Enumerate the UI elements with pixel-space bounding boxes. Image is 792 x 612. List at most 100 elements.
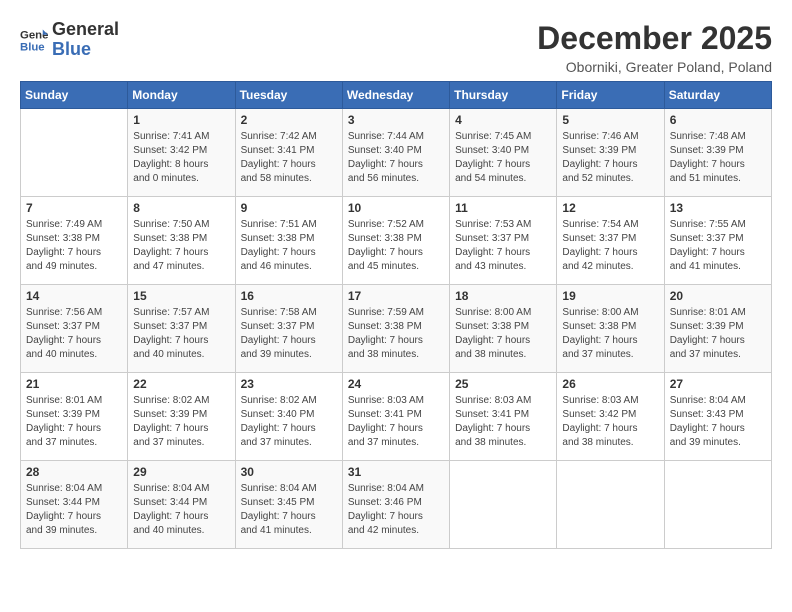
cell-detail: Sunrise: 7:41 AM Sunset: 3:42 PM Dayligh… bbox=[133, 130, 229, 186]
day-number: 17 bbox=[348, 289, 444, 303]
calendar-cell: 9Sunrise: 7:51 AM Sunset: 3:38 PM Daylig… bbox=[235, 197, 342, 285]
cell-detail: Sunrise: 8:04 AM Sunset: 3:46 PM Dayligh… bbox=[348, 482, 444, 538]
cell-detail: Sunrise: 7:46 AM Sunset: 3:39 PM Dayligh… bbox=[562, 130, 658, 186]
day-number: 16 bbox=[241, 289, 337, 303]
calendar-cell: 2 Sunrise: 7:42 AM Sunset: 3:41 PM Daylig… bbox=[235, 109, 342, 197]
cell-detail: Sunrise: 7:56 AM Sunset: 3:37 PM Dayligh… bbox=[26, 306, 122, 362]
day-number: 8 bbox=[133, 201, 229, 215]
calendar-cell: 20 Sunrise: 8:01 AM Sunset: 3:39 PM Dayli… bbox=[664, 285, 771, 373]
calendar-cell: 29Sunrise: 8:04 AM Sunset: 3:44 PM Dayli… bbox=[128, 461, 235, 549]
calendar-cell: 15Sunrise: 7:57 AM Sunset: 3:37 PM Dayli… bbox=[128, 285, 235, 373]
cell-detail: Sunrise: 7:49 AM Sunset: 3:38 PM Dayligh… bbox=[26, 218, 122, 274]
day-header-monday: Monday bbox=[128, 82, 235, 109]
calendar-cell: 19 Sunrise: 8:00 AM Sunset: 3:38 PM Dayli… bbox=[557, 285, 664, 373]
cell-detail: Sunrise: 7:54 AM Sunset: 3:37 PM Dayligh… bbox=[562, 218, 658, 274]
cell-detail: Sunrise: 7:48 AM Sunset: 3:39 PM Dayligh… bbox=[670, 130, 766, 186]
day-number: 5 bbox=[562, 113, 658, 127]
cell-detail: Sunrise: 7:55 AM Sunset: 3:37 PM Dayligh… bbox=[670, 218, 766, 274]
cell-detail: Sunrise: 7:45 AM Sunset: 3:40 PM Dayligh… bbox=[455, 130, 551, 186]
day-number: 24 bbox=[348, 377, 444, 391]
calendar-cell: 10 Sunrise: 7:52 AM Sunset: 3:38 PM Dayli… bbox=[342, 197, 449, 285]
location: Oborniki, Greater Poland, Poland bbox=[537, 59, 772, 75]
calendar-cell: 13Sunrise: 7:55 AM Sunset: 3:37 PM Dayli… bbox=[664, 197, 771, 285]
calendar-cell: 12 Sunrise: 7:54 AM Sunset: 3:37 PM Dayli… bbox=[557, 197, 664, 285]
day-number: 2 bbox=[241, 113, 337, 127]
day-number: 22 bbox=[133, 377, 229, 391]
calendar-cell: 31Sunrise: 8:04 AM Sunset: 3:46 PM Dayli… bbox=[342, 461, 449, 549]
day-number: 28 bbox=[26, 465, 122, 479]
cell-detail: Sunrise: 7:58 AM Sunset: 3:37 PM Dayligh… bbox=[241, 306, 337, 362]
cell-detail: Sunrise: 8:03 AM Sunset: 3:42 PM Dayligh… bbox=[562, 394, 658, 450]
day-number: 6 bbox=[670, 113, 766, 127]
calendar-week-2: 7 Sunrise: 7:49 AM Sunset: 3:38 PM Daylig… bbox=[21, 197, 772, 285]
title-block: December 2025 Oborniki, Greater Poland, … bbox=[537, 20, 772, 75]
calendar-cell bbox=[557, 461, 664, 549]
day-header-sunday: Sunday bbox=[21, 82, 128, 109]
calendar-cell bbox=[450, 461, 557, 549]
calendar-cell: 28 Sunrise: 8:04 AM Sunset: 3:44 PM Dayli… bbox=[21, 461, 128, 549]
cell-detail: Sunrise: 8:01 AM Sunset: 3:39 PM Dayligh… bbox=[26, 394, 122, 450]
calendar-cell: 24 Sunrise: 8:03 AM Sunset: 3:41 PM Dayli… bbox=[342, 373, 449, 461]
calendar-cell: 11 Sunrise: 7:53 AM Sunset: 3:37 PM Dayli… bbox=[450, 197, 557, 285]
cell-detail: Sunrise: 8:04 AM Sunset: 3:44 PM Dayligh… bbox=[26, 482, 122, 538]
day-number: 1 bbox=[133, 113, 229, 127]
calendar-cell: 3Sunrise: 7:44 AM Sunset: 3:40 PM Daylig… bbox=[342, 109, 449, 197]
calendar-cell: 5 Sunrise: 7:46 AM Sunset: 3:39 PM Daylig… bbox=[557, 109, 664, 197]
day-number: 7 bbox=[26, 201, 122, 215]
day-number: 19 bbox=[562, 289, 658, 303]
calendar-week-3: 14Sunrise: 7:56 AM Sunset: 3:37 PM Dayli… bbox=[21, 285, 772, 373]
calendar-cell bbox=[21, 109, 128, 197]
calendar-cell: 27 Sunrise: 8:04 AM Sunset: 3:43 PM Dayli… bbox=[664, 373, 771, 461]
day-number: 11 bbox=[455, 201, 551, 215]
calendar-cell: 8 Sunrise: 7:50 AM Sunset: 3:38 PM Daylig… bbox=[128, 197, 235, 285]
calendar-cell: 14Sunrise: 7:56 AM Sunset: 3:37 PM Dayli… bbox=[21, 285, 128, 373]
cell-detail: Sunrise: 8:03 AM Sunset: 3:41 PM Dayligh… bbox=[348, 394, 444, 450]
cell-detail: Sunrise: 8:02 AM Sunset: 3:40 PM Dayligh… bbox=[241, 394, 337, 450]
calendar-cell bbox=[664, 461, 771, 549]
calendar-cell: 16 Sunrise: 7:58 AM Sunset: 3:37 PM Dayli… bbox=[235, 285, 342, 373]
calendar-cell: 30 Sunrise: 8:04 AM Sunset: 3:45 PM Dayli… bbox=[235, 461, 342, 549]
day-number: 25 bbox=[455, 377, 551, 391]
calendar-header: SundayMondayTuesdayWednesdayThursdayFrid… bbox=[21, 82, 772, 109]
calendar-cell: 23Sunrise: 8:02 AM Sunset: 3:40 PM Dayli… bbox=[235, 373, 342, 461]
day-number: 4 bbox=[455, 113, 551, 127]
day-number: 9 bbox=[241, 201, 337, 215]
day-header-tuesday: Tuesday bbox=[235, 82, 342, 109]
calendar-cell: 6 Sunrise: 7:48 AM Sunset: 3:39 PM Daylig… bbox=[664, 109, 771, 197]
cell-detail: Sunrise: 8:04 AM Sunset: 3:45 PM Dayligh… bbox=[241, 482, 337, 538]
calendar-cell: 7 Sunrise: 7:49 AM Sunset: 3:38 PM Daylig… bbox=[21, 197, 128, 285]
calendar-week-4: 21Sunrise: 8:01 AM Sunset: 3:39 PM Dayli… bbox=[21, 373, 772, 461]
calendar-week-5: 28 Sunrise: 8:04 AM Sunset: 3:44 PM Dayli… bbox=[21, 461, 772, 549]
day-number: 3 bbox=[348, 113, 444, 127]
day-number: 29 bbox=[133, 465, 229, 479]
calendar-cell: 4 Sunrise: 7:45 AM Sunset: 3:40 PM Daylig… bbox=[450, 109, 557, 197]
day-number: 12 bbox=[562, 201, 658, 215]
cell-detail: Sunrise: 7:52 AM Sunset: 3:38 PM Dayligh… bbox=[348, 218, 444, 274]
cell-detail: Sunrise: 7:59 AM Sunset: 3:38 PM Dayligh… bbox=[348, 306, 444, 362]
svg-text:Blue: Blue bbox=[20, 41, 45, 53]
logo: General Blue General Blue bbox=[20, 20, 119, 60]
calendar-cell: 25Sunrise: 8:03 AM Sunset: 3:41 PM Dayli… bbox=[450, 373, 557, 461]
cell-detail: Sunrise: 7:53 AM Sunset: 3:37 PM Dayligh… bbox=[455, 218, 551, 274]
calendar-cell: 26 Sunrise: 8:03 AM Sunset: 3:42 PM Dayli… bbox=[557, 373, 664, 461]
calendar-table: SundayMondayTuesdayWednesdayThursdayFrid… bbox=[20, 81, 772, 549]
calendar-cell: 21Sunrise: 8:01 AM Sunset: 3:39 PM Dayli… bbox=[21, 373, 128, 461]
calendar-cell: 1 Sunrise: 7:41 AM Sunset: 3:42 PM Daylig… bbox=[128, 109, 235, 197]
day-number: 27 bbox=[670, 377, 766, 391]
calendar-cell: 17 Sunrise: 7:59 AM Sunset: 3:38 PM Dayli… bbox=[342, 285, 449, 373]
cell-detail: Sunrise: 7:42 AM Sunset: 3:41 PM Dayligh… bbox=[241, 130, 337, 186]
cell-detail: Sunrise: 8:00 AM Sunset: 3:38 PM Dayligh… bbox=[562, 306, 658, 362]
calendar-body: 1 Sunrise: 7:41 AM Sunset: 3:42 PM Daylig… bbox=[21, 109, 772, 549]
day-number: 10 bbox=[348, 201, 444, 215]
logo-text: General Blue bbox=[52, 20, 119, 60]
day-header-friday: Friday bbox=[557, 82, 664, 109]
day-number: 20 bbox=[670, 289, 766, 303]
cell-detail: Sunrise: 8:01 AM Sunset: 3:39 PM Dayligh… bbox=[670, 306, 766, 362]
day-number: 26 bbox=[562, 377, 658, 391]
day-number: 30 bbox=[241, 465, 337, 479]
calendar-week-1: 1 Sunrise: 7:41 AM Sunset: 3:42 PM Daylig… bbox=[21, 109, 772, 197]
cell-detail: Sunrise: 7:50 AM Sunset: 3:38 PM Dayligh… bbox=[133, 218, 229, 274]
day-header-thursday: Thursday bbox=[450, 82, 557, 109]
cell-detail: Sunrise: 8:04 AM Sunset: 3:43 PM Dayligh… bbox=[670, 394, 766, 450]
month-title: December 2025 bbox=[537, 20, 772, 57]
